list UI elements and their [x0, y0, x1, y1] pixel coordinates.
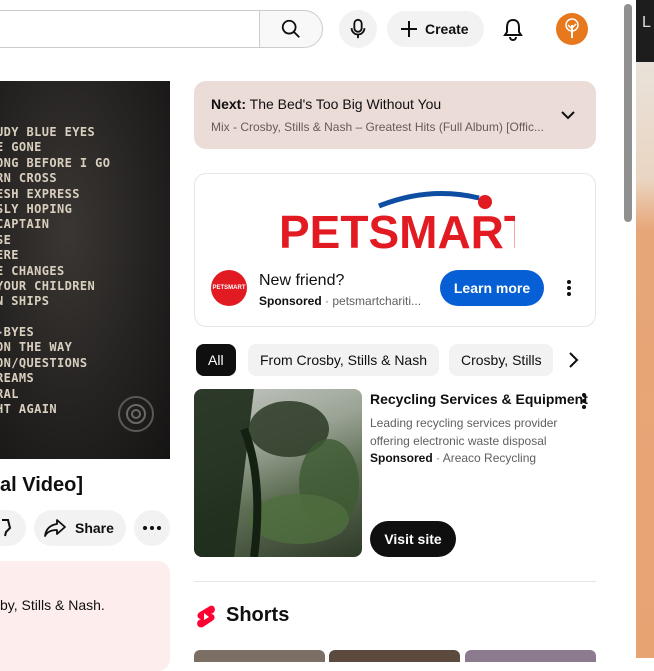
- share-icon: [44, 519, 66, 537]
- tracklist-line: UDY BLUE EYES: [0, 125, 96, 139]
- tracklist-line: HT AGAIN: [0, 402, 57, 417]
- search-input[interactable]: [0, 10, 260, 48]
- tracklist-line: ON/QUESTIONS: [0, 355, 88, 370]
- tracklist-line: N SHIPS: [0, 294, 50, 309]
- chip-from-channel[interactable]: From Crosby, Stills & Nash: [248, 344, 439, 376]
- next-title-line: Next: The Bed's Too Big Without You: [211, 96, 441, 112]
- next-prefix: Next:: [211, 96, 247, 112]
- tracklist-line: ERE: [0, 248, 19, 263]
- tracklist-line: E CHANGES: [0, 263, 65, 278]
- autoplay-next-card[interactable]: Next: The Bed's Too Big Without You Mix …: [194, 81, 596, 149]
- shorts-heading: Shorts: [226, 604, 290, 626]
- dislike-button[interactable]: [0, 510, 26, 546]
- plus-icon: [401, 21, 417, 37]
- adjacent-window-edge: [636, 0, 654, 658]
- ad-title: New friend?: [259, 272, 345, 289]
- ad-meta: Sponsored · petsmartchariti...: [259, 294, 422, 308]
- chevron-right-icon: [569, 352, 579, 368]
- ad-card[interactable]: PETSMART PETSMART New friend? Sponsored …: [194, 173, 596, 327]
- advertiser-icon: PETSMART: [211, 270, 247, 306]
- gear-icon: [126, 404, 146, 424]
- chips-next-button[interactable]: [560, 347, 586, 373]
- tracklist-line: YOUR CHILDREN: [0, 278, 96, 293]
- scrollbar-thumb[interactable]: [624, 4, 632, 222]
- adjacent-window-letter: L: [642, 14, 651, 31]
- notifications-button[interactable]: [494, 10, 532, 48]
- divider: [194, 581, 596, 582]
- ad-advertiser: petsmartchariti...: [332, 294, 422, 308]
- chevron-down-icon[interactable]: [558, 105, 578, 125]
- sponsored-thumbnail[interactable]: [194, 389, 362, 557]
- search-icon: [281, 19, 300, 38]
- tracklist-line: SLY HOPING: [0, 201, 73, 216]
- more-vertical-icon[interactable]: [559, 278, 579, 298]
- voice-search-button[interactable]: [339, 10, 377, 48]
- tracklist-line: REAMS: [0, 371, 35, 386]
- mic-icon: [350, 18, 366, 39]
- tracklist-line: ONG BEFORE I GO: [0, 155, 111, 170]
- chip-crosby-stills[interactable]: Crosby, Stills: [449, 344, 553, 376]
- bell-icon: [503, 18, 523, 41]
- sponsored-label: Sponsored: [370, 451, 433, 465]
- description-box[interactable]: [0, 561, 170, 671]
- sponsored-item-description: Leading recycling services provider offe…: [370, 416, 558, 448]
- tracklist-line: SE: [0, 232, 12, 247]
- visit-site-button[interactable]: Visit site: [370, 521, 456, 557]
- plant-illustration: [194, 389, 359, 557]
- chip-all[interactable]: All: [196, 344, 236, 376]
- avatar[interactable]: [556, 13, 588, 45]
- sponsored-item-title[interactable]: Recycling Services & Equipment: [370, 391, 588, 407]
- petsmart-logo-text: PETSMART: [279, 206, 515, 254]
- short-thumbnail[interactable]: [329, 650, 460, 662]
- description-text: by, Stills & Nash.: [0, 597, 105, 613]
- more-actions-button[interactable]: [134, 510, 170, 546]
- next-video-subtitle: Mix - Crosby, Stills & Nash – Greatest H…: [211, 120, 544, 134]
- channel-watermark[interactable]: [118, 396, 154, 432]
- thumbs-down-icon: [2, 519, 12, 537]
- tracklist-line: -BYES: [0, 325, 35, 340]
- tree-icon: [565, 18, 579, 38]
- share-button[interactable]: Share: [34, 510, 126, 546]
- learn-more-button[interactable]: Learn more: [440, 270, 544, 306]
- video-title: al Video]: [0, 474, 83, 496]
- sponsored-item-meta: Sponsored · Areaco Recycling: [370, 451, 537, 465]
- tracklist-overlay: UDY BLUE EYES E GONE ONG BEFORE I GO RN CRO…: [0, 125, 110, 417]
- search-button[interactable]: [259, 10, 323, 48]
- tracklist-line: RAL: [0, 386, 19, 401]
- more-horizontal-icon: [143, 526, 161, 530]
- tracklist-line: [0, 310, 110, 325]
- tracklist-line: ESH EXPRESS: [0, 186, 80, 201]
- shorts-icon: [197, 605, 215, 628]
- tracklist-line: ON THE WAY: [0, 340, 73, 355]
- short-thumbnail[interactable]: [194, 650, 325, 662]
- tracklist-line: E GONE: [0, 140, 42, 155]
- next-video-title: The Bed's Too Big Without You: [249, 96, 442, 112]
- tracklist-line: CAPTAIN: [0, 217, 50, 232]
- tracklist-line: RN CROSS: [0, 171, 57, 186]
- share-label: Share: [75, 520, 114, 536]
- create-button[interactable]: Create: [387, 11, 484, 47]
- petsmart-logo: PETSMART: [279, 191, 515, 254]
- create-label: Create: [425, 21, 469, 37]
- more-vertical-icon[interactable]: [574, 391, 594, 411]
- short-thumbnail[interactable]: [465, 650, 596, 662]
- sponsored-label: Sponsored: [259, 294, 322, 308]
- sponsored-advertiser: Areaco Recycling: [442, 451, 537, 465]
